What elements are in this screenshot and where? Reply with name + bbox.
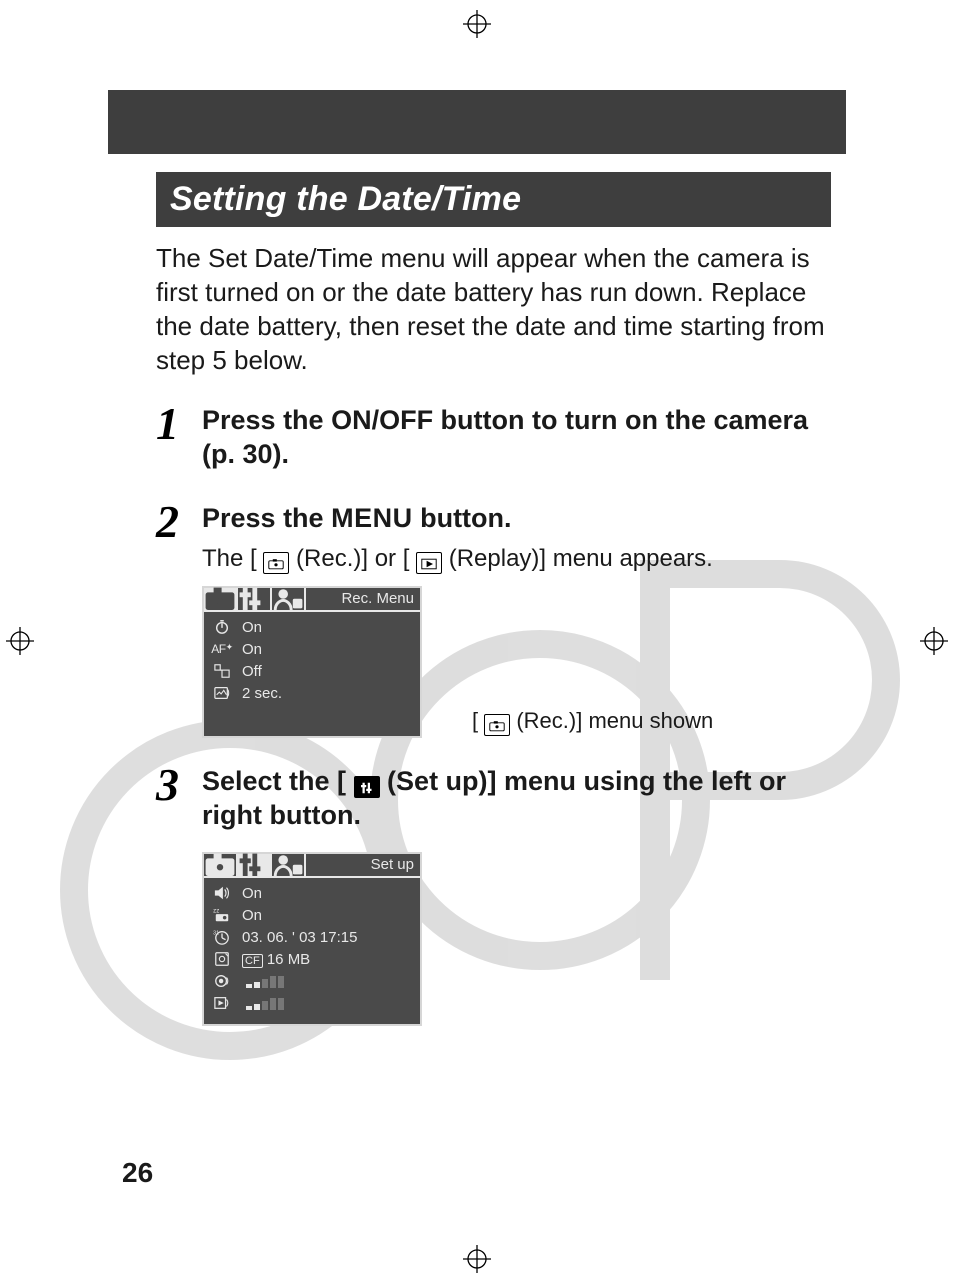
review-icon bbox=[208, 685, 236, 701]
rec-menu-screenshot: Rec. Menu On AF✦On Off 2 sec. bbox=[202, 586, 422, 738]
play-vol-icon bbox=[208, 995, 236, 1011]
menu-value: Off bbox=[236, 663, 262, 680]
volume-bars bbox=[236, 973, 284, 990]
step-2-heading: Press the MENU button. bbox=[202, 501, 831, 535]
digital-zoom-icon bbox=[208, 663, 236, 679]
svg-text:31: 31 bbox=[213, 930, 219, 936]
setup-icon bbox=[354, 776, 380, 798]
text: Select the [ bbox=[202, 766, 354, 796]
menu-row: AF✦On bbox=[208, 638, 416, 660]
menu-value: 2 sec. bbox=[236, 685, 282, 702]
page-number: 26 bbox=[122, 1157, 153, 1189]
menu-row: Off bbox=[208, 660, 416, 682]
registration-mark-icon bbox=[920, 627, 948, 655]
registration-mark-icon bbox=[463, 1245, 491, 1273]
menu-row: 2 sec. bbox=[208, 682, 416, 704]
camera-rec-icon bbox=[263, 552, 289, 574]
step-3-heading: Select the [ (Set up)] menu using the le… bbox=[202, 764, 831, 832]
tab-rec-icon bbox=[204, 588, 238, 610]
menu-value: On bbox=[236, 907, 262, 924]
text: Press the bbox=[202, 503, 331, 533]
tab-mycamera-icon bbox=[272, 588, 306, 610]
step-number: 3 bbox=[156, 764, 202, 1026]
step-1-heading: Press the ON/OFF button to turn on the c… bbox=[202, 403, 831, 471]
speaker-icon bbox=[208, 885, 236, 901]
text: [ bbox=[472, 708, 484, 733]
text: button. bbox=[413, 503, 512, 533]
menu-row: On bbox=[208, 882, 416, 904]
lcd-title: Rec. Menu bbox=[306, 588, 420, 610]
tab-setup-icon bbox=[238, 588, 272, 610]
shutter-vol-icon bbox=[208, 973, 236, 989]
step-2-subtext: The [ (Rec.)] or [ (Replay)] menu appear… bbox=[202, 545, 831, 574]
lcd-title: Set up bbox=[306, 854, 420, 876]
menu-value: CF 16 MB bbox=[236, 951, 310, 968]
menu-row: zz On bbox=[208, 904, 416, 926]
section-title: Setting the Date/Time bbox=[156, 172, 831, 227]
text: The [ bbox=[202, 545, 263, 572]
volume-bars bbox=[236, 995, 284, 1012]
lcd-caption: [ (Rec.)] menu shown bbox=[472, 708, 713, 736]
cf-badge: CF bbox=[242, 954, 263, 968]
power-save-icon: zz bbox=[208, 907, 236, 923]
intro-text: The Set Date/Time menu will appear when … bbox=[156, 241, 831, 377]
svg-text:zz: zz bbox=[213, 907, 219, 914]
af-assist-icon: AF✦ bbox=[208, 642, 236, 656]
registration-mark-icon bbox=[6, 627, 34, 655]
self-timer-icon bbox=[208, 619, 236, 635]
step-number: 1 bbox=[156, 403, 202, 471]
menu-row: 31 03. 06. ' 03 17:15 bbox=[208, 926, 416, 948]
menu-row: CF 16 MB bbox=[208, 948, 416, 970]
text: (Rec.)] or [ bbox=[289, 545, 416, 572]
tab-rec-icon bbox=[204, 854, 238, 876]
menu-value: On bbox=[236, 641, 262, 658]
header-band bbox=[108, 90, 846, 154]
registration-mark-icon bbox=[463, 10, 491, 38]
text: (Rec.)] menu shown bbox=[510, 708, 713, 733]
format-icon bbox=[208, 951, 236, 967]
menu-row bbox=[208, 992, 416, 1014]
camera-rec-icon bbox=[484, 714, 510, 736]
menu-value: On bbox=[236, 619, 262, 636]
menu-row bbox=[208, 970, 416, 992]
menu-value: On bbox=[236, 885, 262, 902]
play-icon bbox=[416, 552, 442, 574]
tab-mycamera-icon bbox=[272, 854, 306, 876]
step-number: 2 bbox=[156, 501, 202, 738]
text: (Replay)] menu appears. bbox=[442, 545, 713, 572]
tab-setup-icon bbox=[238, 854, 272, 876]
menu-row: On bbox=[208, 616, 416, 638]
menu-value: 03. 06. ' 03 17:15 bbox=[236, 929, 357, 946]
menu-word: MENU bbox=[331, 503, 413, 533]
text: 16 MB bbox=[263, 951, 311, 968]
date-icon: 31 bbox=[208, 929, 236, 945]
setup-menu-screenshot: Set up On zz On 31 03. 06. ' 03 17:15 CF 1… bbox=[202, 852, 422, 1026]
